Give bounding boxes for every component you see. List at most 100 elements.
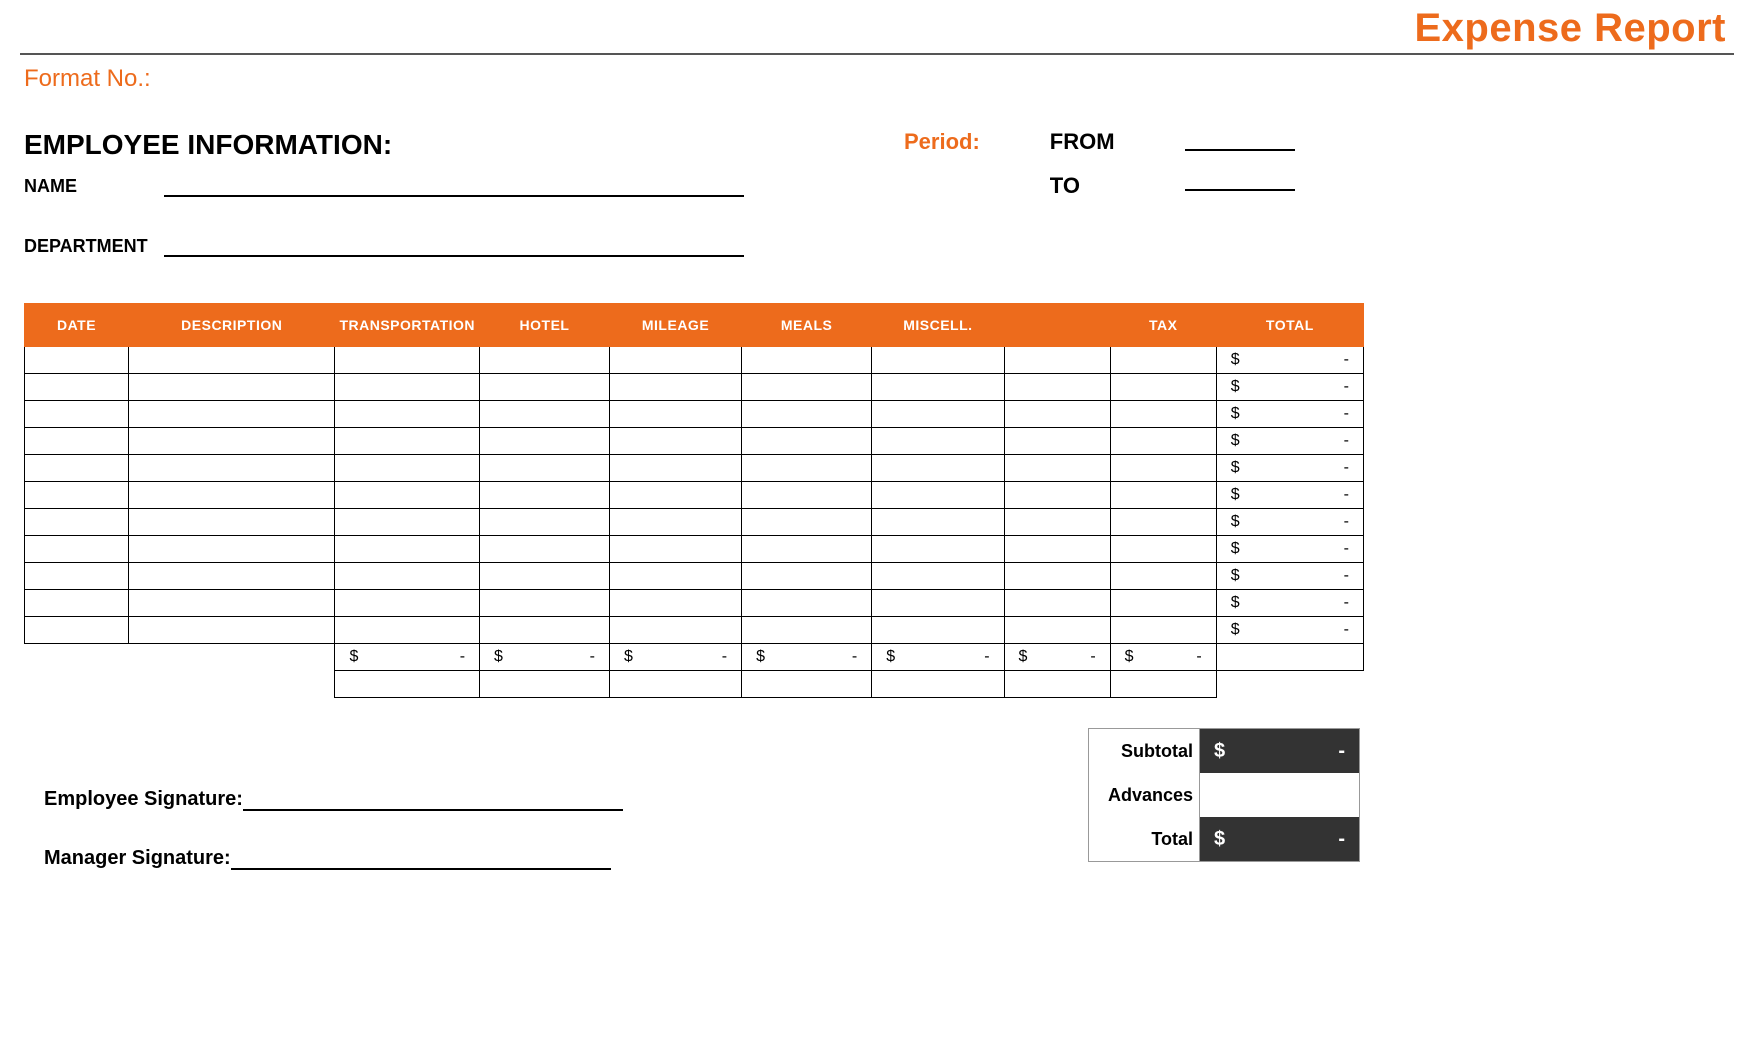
table-cell[interactable] (609, 482, 741, 509)
table-cell[interactable] (609, 401, 741, 428)
table-cell[interactable] (335, 563, 480, 590)
table-cell[interactable] (480, 428, 610, 455)
table-cell[interactable] (1110, 509, 1216, 536)
table-cell[interactable] (1110, 347, 1216, 374)
table-cell[interactable] (480, 509, 610, 536)
table-cell[interactable] (480, 374, 610, 401)
table-cell[interactable] (742, 428, 872, 455)
table-cell[interactable] (129, 374, 335, 401)
table-cell[interactable] (25, 428, 129, 455)
table-cell[interactable] (25, 374, 129, 401)
table-cell[interactable] (742, 563, 872, 590)
table-cell[interactable] (335, 590, 480, 617)
table-cell[interactable] (480, 590, 610, 617)
table-cell[interactable] (1110, 536, 1216, 563)
table-cell[interactable] (1004, 563, 1110, 590)
table-cell[interactable] (742, 617, 872, 644)
table-cell[interactable] (1004, 401, 1110, 428)
table-cell[interactable] (1110, 455, 1216, 482)
table-cell[interactable] (25, 347, 129, 374)
table-cell[interactable] (872, 536, 1004, 563)
period-to-input[interactable] (1185, 169, 1295, 191)
table-cell[interactable] (1004, 590, 1110, 617)
table-cell[interactable] (129, 401, 335, 428)
period-from-input[interactable] (1185, 129, 1295, 151)
table-cell[interactable] (872, 374, 1004, 401)
table-cell[interactable] (335, 401, 480, 428)
table-cell[interactable] (25, 536, 129, 563)
table-cell[interactable] (335, 347, 480, 374)
table-cell[interactable] (872, 401, 1004, 428)
table-cell[interactable] (742, 482, 872, 509)
table-cell[interactable] (480, 482, 610, 509)
table-cell[interactable] (1004, 482, 1110, 509)
table-cell[interactable] (129, 617, 335, 644)
table-cell[interactable] (1110, 428, 1216, 455)
table-cell[interactable] (480, 401, 610, 428)
employee-signature-line[interactable] (243, 789, 623, 811)
table-cell[interactable] (872, 617, 1004, 644)
table-cell[interactable] (480, 617, 610, 644)
table-cell[interactable] (129, 347, 335, 374)
table-cell[interactable] (1110, 590, 1216, 617)
table-cell[interactable] (335, 617, 480, 644)
table-cell[interactable] (335, 455, 480, 482)
table-cell[interactable] (1004, 455, 1110, 482)
department-input-line[interactable] (164, 235, 744, 257)
table-cell[interactable] (1004, 509, 1110, 536)
table-cell[interactable] (480, 536, 610, 563)
table-cell[interactable] (742, 590, 872, 617)
table-cell[interactable] (335, 509, 480, 536)
table-cell[interactable] (872, 563, 1004, 590)
table-cell[interactable] (742, 374, 872, 401)
table-cell[interactable] (129, 428, 335, 455)
table-cell[interactable] (25, 455, 129, 482)
table-cell[interactable] (129, 482, 335, 509)
table-cell[interactable] (742, 347, 872, 374)
table-cell[interactable] (25, 590, 129, 617)
table-cell[interactable] (1110, 482, 1216, 509)
table-cell[interactable] (872, 455, 1004, 482)
table-cell[interactable] (129, 563, 335, 590)
table-cell[interactable] (335, 536, 480, 563)
table-cell[interactable] (129, 536, 335, 563)
table-cell[interactable] (609, 428, 741, 455)
table-cell[interactable] (609, 455, 741, 482)
table-cell[interactable] (1110, 401, 1216, 428)
table-cell[interactable] (25, 482, 129, 509)
table-cell[interactable] (25, 617, 129, 644)
table-cell[interactable] (480, 563, 610, 590)
table-cell[interactable] (480, 455, 610, 482)
table-cell[interactable] (609, 617, 741, 644)
advances-value[interactable] (1199, 773, 1359, 817)
table-cell[interactable] (1110, 563, 1216, 590)
table-cell[interactable] (609, 536, 741, 563)
table-cell[interactable] (1110, 617, 1216, 644)
table-cell[interactable] (609, 563, 741, 590)
table-cell[interactable] (335, 482, 480, 509)
table-cell[interactable] (872, 482, 1004, 509)
table-cell[interactable] (1004, 617, 1110, 644)
table-cell[interactable] (742, 536, 872, 563)
table-cell[interactable] (335, 374, 480, 401)
table-cell[interactable] (742, 509, 872, 536)
table-cell[interactable] (609, 374, 741, 401)
manager-signature-line[interactable] (231, 848, 611, 870)
table-cell[interactable] (742, 401, 872, 428)
name-input-line[interactable] (164, 175, 744, 197)
table-cell[interactable] (872, 590, 1004, 617)
table-cell[interactable] (609, 509, 741, 536)
table-cell[interactable] (609, 347, 741, 374)
table-cell[interactable] (872, 347, 1004, 374)
table-cell[interactable] (25, 401, 129, 428)
table-cell[interactable] (1004, 374, 1110, 401)
table-cell[interactable] (1004, 428, 1110, 455)
table-cell[interactable] (25, 509, 129, 536)
table-cell[interactable] (1110, 374, 1216, 401)
table-cell[interactable] (1004, 347, 1110, 374)
table-cell[interactable] (129, 509, 335, 536)
table-cell[interactable] (335, 428, 480, 455)
table-cell[interactable] (872, 428, 1004, 455)
table-cell[interactable] (872, 509, 1004, 536)
table-cell[interactable] (1004, 536, 1110, 563)
